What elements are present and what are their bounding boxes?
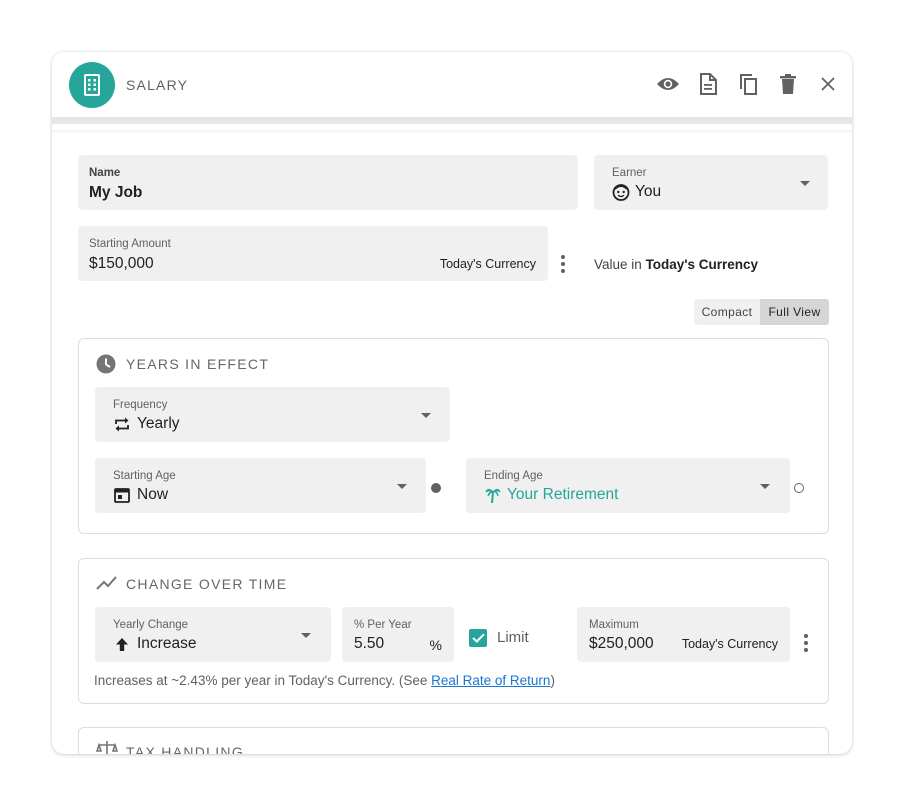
chevron-down-icon	[800, 181, 810, 186]
value-in-prefix: Value in	[594, 257, 642, 272]
change-section-title: CHANGE OVER TIME	[126, 576, 288, 592]
name-label: Name	[89, 167, 121, 179]
starting-age-value: Now	[137, 486, 169, 503]
ending-age-select[interactable]: Ending Age Your Retirement	[466, 458, 790, 513]
trending-up-icon	[96, 575, 118, 596]
percent-per-year-value: 5.50	[354, 635, 385, 652]
tax-handling-section: TAX HANDLING	[78, 727, 829, 754]
limit-label: Limit	[497, 629, 529, 646]
ending-age-value: Your Retirement	[507, 486, 619, 503]
amount-options-menu-icon[interactable]	[561, 255, 565, 273]
earner-value: You	[635, 183, 662, 200]
starting-amount-field[interactable]: Starting Amount $150,000 Today's Currenc…	[78, 226, 548, 281]
real-rate-of-return-link[interactable]: Real Rate of Return	[431, 673, 550, 688]
full-view-toggle-button[interactable]: Full View	[760, 299, 829, 325]
percent-per-year-label: % Per Year	[354, 619, 412, 631]
change-note-end: )	[550, 673, 555, 688]
limit-checkbox[interactable]	[469, 629, 487, 647]
copy-icon[interactable]	[736, 72, 760, 96]
percent-per-year-field[interactable]: % Per Year 5.50 %	[342, 607, 454, 662]
frequency-value: Yearly	[137, 415, 180, 432]
ending-age-label: Ending Age	[484, 470, 543, 482]
card-header: SALARY	[52, 52, 852, 124]
header-divider	[52, 130, 852, 134]
yearly-change-value: Increase	[137, 635, 197, 652]
years-section-title: YEARS IN EFFECT	[126, 356, 270, 372]
chevron-down-icon	[760, 484, 770, 489]
starting-amount-label: Starting Amount	[89, 238, 171, 250]
arrow-up-icon	[115, 637, 129, 657]
maximum-field[interactable]: Maximum $250,000 Today's Currency	[577, 607, 790, 662]
clock-icon	[96, 354, 116, 379]
currency-suffix: Today's Currency	[439, 257, 536, 271]
maximum-label: Maximum	[589, 619, 639, 631]
building-icon	[69, 62, 115, 108]
yearly-change-select[interactable]: Yearly Change Increase	[95, 607, 331, 662]
maximum-options-menu-icon[interactable]	[804, 634, 808, 652]
ending-age-exclusive-dot[interactable]	[794, 483, 804, 493]
frequency-label: Frequency	[113, 399, 168, 411]
percent-unit: %	[429, 637, 442, 653]
eye-icon[interactable]	[656, 72, 680, 96]
close-icon[interactable]	[816, 72, 840, 96]
starting-age-select[interactable]: Starting Age Now	[95, 458, 426, 513]
card-title: SALARY	[126, 77, 189, 93]
palm-tree-icon	[485, 486, 501, 509]
value-in-currency: Today's Currency	[645, 257, 759, 272]
name-field[interactable]: Name My Job	[78, 155, 578, 210]
chevron-down-icon	[421, 413, 431, 418]
calendar-icon	[114, 487, 130, 508]
earner-select[interactable]: Earner You	[594, 155, 828, 210]
value-in-label: Value in Today's Currency	[594, 257, 758, 272]
change-over-time-section: CHANGE OVER TIME Yearly Change Increase …	[78, 558, 829, 704]
starting-amount-value: $150,000	[89, 255, 154, 272]
tax-section-title: TAX HANDLING	[126, 744, 245, 754]
starting-age-label: Starting Age	[113, 470, 176, 482]
earner-label: Earner	[612, 167, 647, 179]
maximum-value: $250,000	[589, 635, 654, 652]
frequency-select[interactable]: Frequency Yearly	[95, 387, 450, 442]
yearly-change-label: Yearly Change	[113, 619, 189, 631]
document-icon[interactable]	[696, 72, 720, 96]
maximum-currency-suffix: Today's Currency	[681, 637, 778, 651]
change-note: Increases at ~2.43% per year in Today's …	[94, 673, 555, 688]
chevron-down-icon	[397, 484, 407, 489]
name-value: My Job	[89, 184, 143, 201]
salary-card: SALARY Name My Job Earner You Starting A…	[52, 52, 852, 754]
repeat-icon	[114, 417, 130, 437]
chevron-down-icon	[301, 633, 311, 638]
scale-icon	[95, 740, 119, 754]
change-note-text: Increases at ~2.43% per year in Today's …	[94, 673, 432, 688]
trash-icon[interactable]	[776, 72, 800, 96]
face-icon	[612, 183, 630, 206]
compact-toggle-button[interactable]: Compact	[694, 299, 760, 325]
starting-age-inclusive-dot[interactable]	[431, 483, 441, 493]
years-in-effect-section: YEARS IN EFFECT Frequency Yearly Startin…	[78, 338, 829, 534]
